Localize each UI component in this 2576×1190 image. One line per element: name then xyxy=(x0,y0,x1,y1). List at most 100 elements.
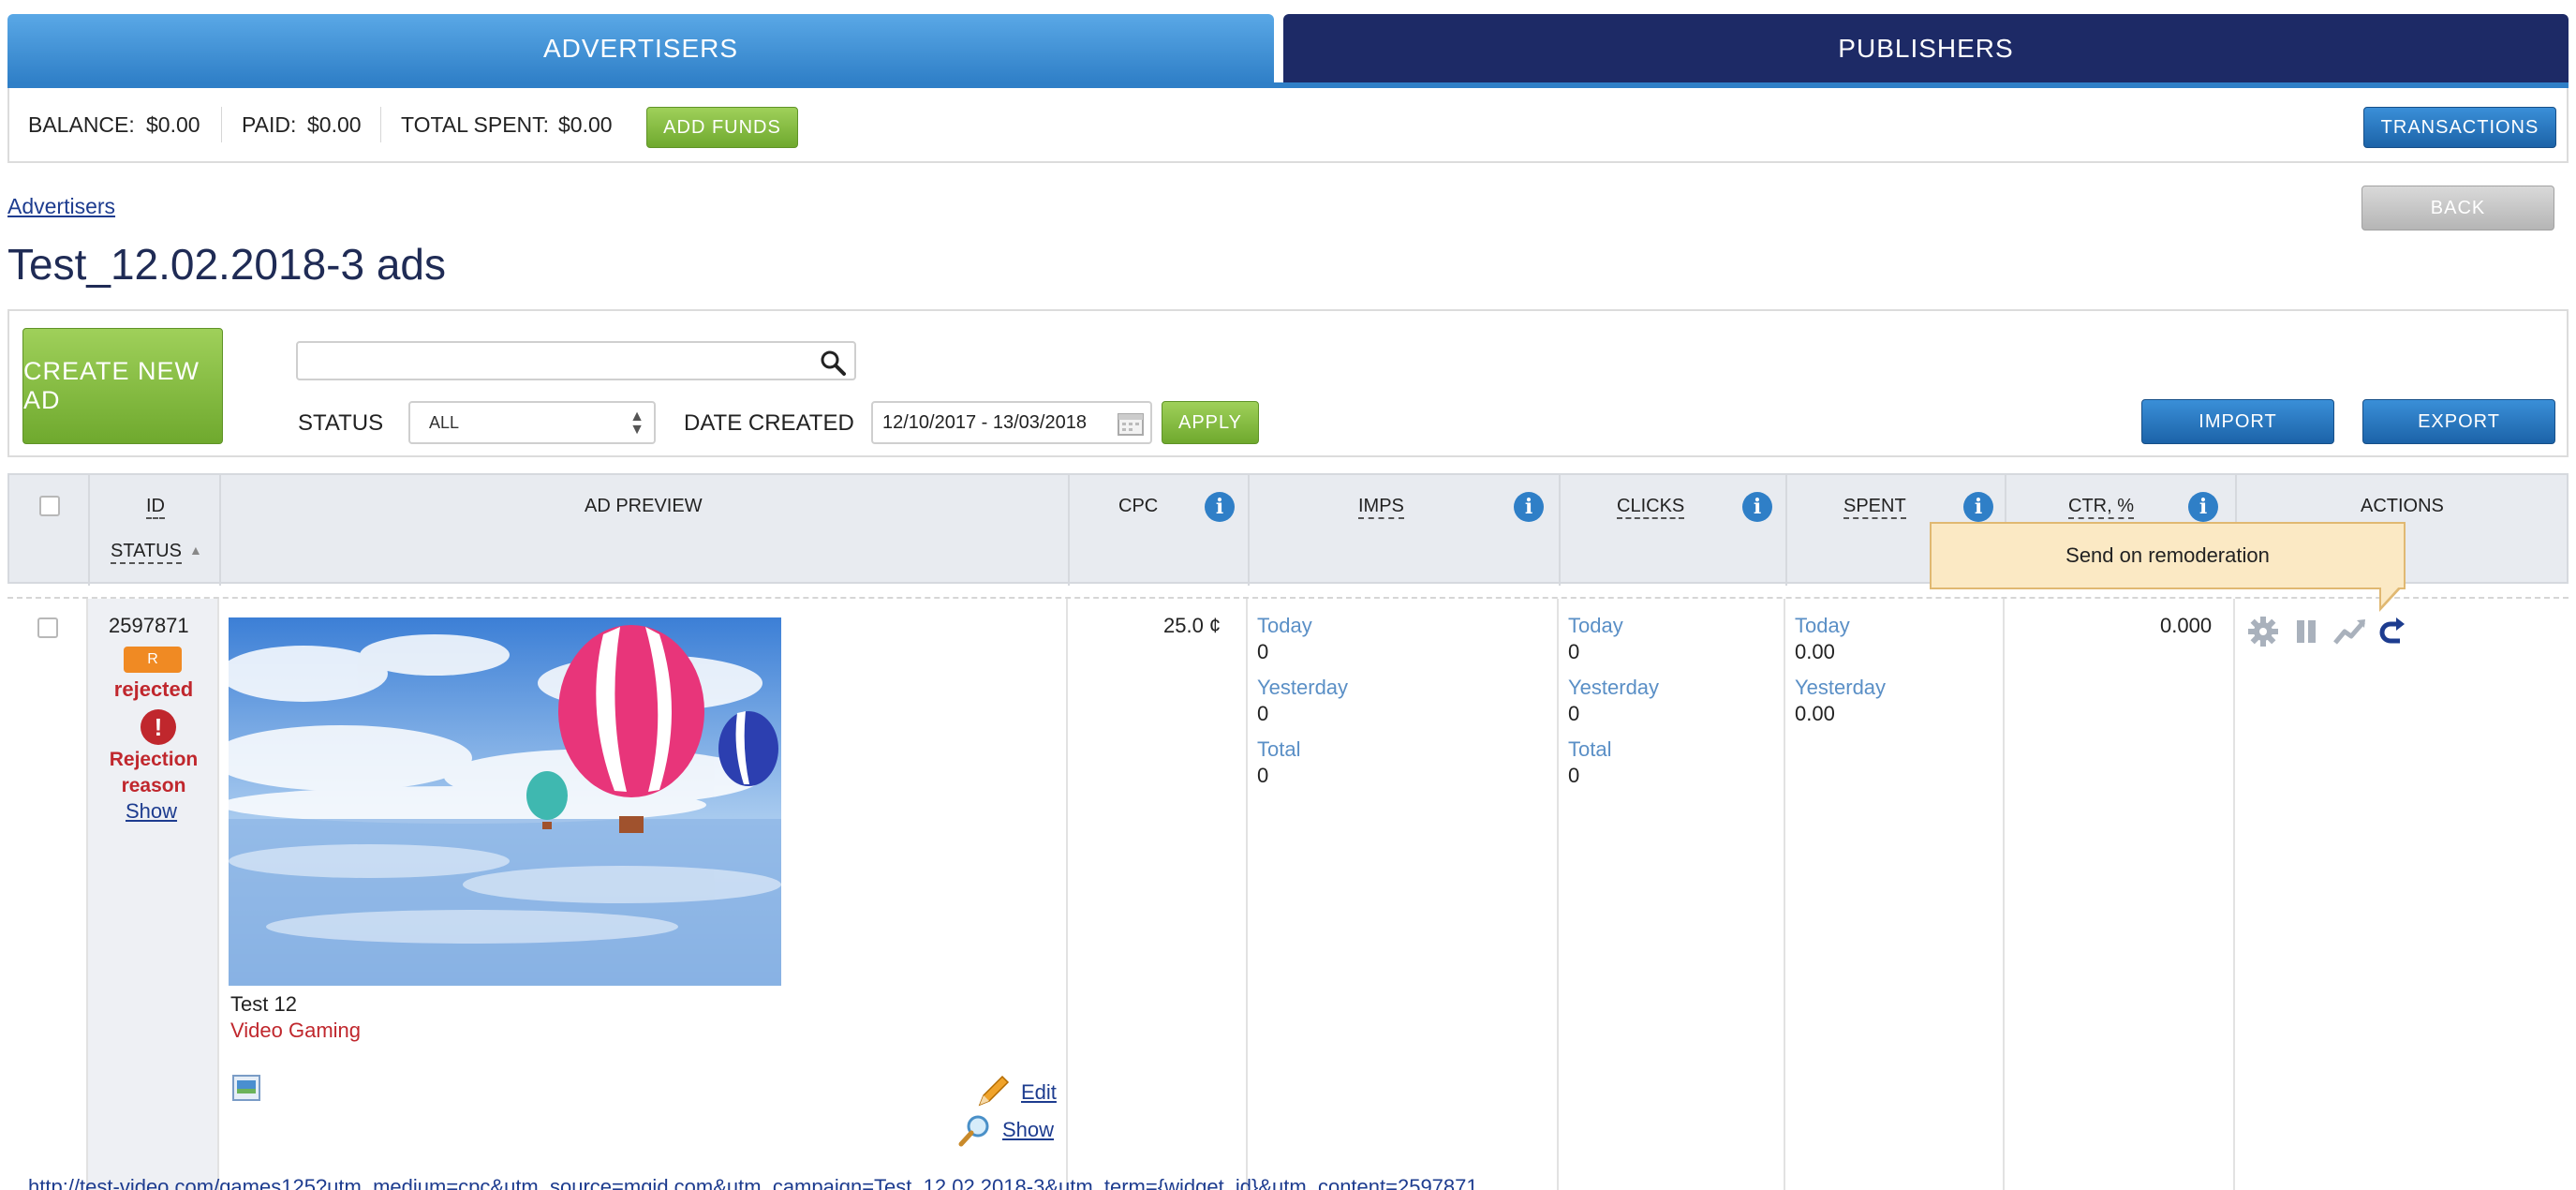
paid-value: $0.00 xyxy=(307,112,362,137)
divider xyxy=(1557,599,1559,1190)
select-all-checkbox[interactable] xyxy=(39,496,60,516)
info-icon[interactable]: i xyxy=(2188,492,2218,522)
status-text: rejected xyxy=(113,677,194,701)
rejection-reason-label: Rejection reason xyxy=(109,749,199,796)
table-row: 2597871 R rejected ! Rejection reason Sh… xyxy=(7,597,2569,1190)
clicks-total-value: 0 xyxy=(1568,764,1580,787)
add-funds-button[interactable]: ADD FUNDS xyxy=(646,107,798,148)
search-icon[interactable] xyxy=(819,349,847,377)
pause-icon[interactable] xyxy=(2289,615,2323,648)
divider xyxy=(221,107,222,142)
info-icon[interactable]: i xyxy=(1963,492,1993,522)
import-button[interactable]: IMPORT xyxy=(2141,399,2334,444)
total-spent-label: TOTAL SPENT: xyxy=(401,112,550,137)
paid-label: PAID: xyxy=(242,112,297,137)
status-badge: R xyxy=(124,647,182,673)
divider xyxy=(2233,599,2235,1190)
ad-category: Video Gaming xyxy=(230,1019,362,1042)
header-actions: ACTIONS xyxy=(2361,496,2444,516)
top-tabs: ADVERTISERS PUBLISHERS xyxy=(7,14,2569,87)
preview-show-link[interactable]: Show xyxy=(1002,1118,1054,1142)
balance-value: $0.00 xyxy=(146,112,200,137)
tab-publishers[interactable]: PUBLISHERS xyxy=(1283,14,2569,83)
balance-bar: BALANCE: $0.00 PAID: $0.00 TOTAL SPENT: … xyxy=(7,88,2569,163)
transactions-button[interactable]: TRANSACTIONS xyxy=(2363,107,2556,148)
tooltip-tail-fill xyxy=(2381,586,2400,606)
header-clicks[interactable]: CLICKS xyxy=(1617,496,1685,519)
divider xyxy=(1066,599,1068,1190)
spent-yesterday-label: Yesterday xyxy=(1795,676,1887,699)
header-spent[interactable]: SPENT xyxy=(1843,496,1906,519)
header-status[interactable]: STATUS xyxy=(111,541,182,564)
header-ctr[interactable]: CTR, % xyxy=(2068,496,2134,519)
header-cpc: CPC xyxy=(1118,496,1159,516)
select-arrows-icon: ▲ ▼ xyxy=(629,409,644,438)
search-input[interactable] xyxy=(296,341,856,380)
spent-today-label: Today xyxy=(1795,614,1850,637)
date-range-value: 12/10/2017 - 13/03/2018 xyxy=(882,412,1087,433)
header-ad-preview: AD PREVIEW xyxy=(585,496,703,516)
balance-label: BALANCE: xyxy=(28,112,135,137)
calendar-icon[interactable] xyxy=(1117,410,1145,437)
cpc-value: 25.0 ¢ xyxy=(1163,614,1221,637)
clicks-yesterday-value: 0 xyxy=(1568,702,1580,725)
total-spent-value: $0.00 xyxy=(558,112,613,137)
edit-link[interactable]: Edit xyxy=(1021,1080,1057,1105)
breadcrumb-advertisers[interactable]: Advertisers xyxy=(7,194,115,219)
sort-asc-icon[interactable]: ▲ xyxy=(189,543,202,558)
divider xyxy=(2003,599,2005,1190)
ad-id: 2597871 xyxy=(109,614,189,637)
tab-advertisers[interactable]: ADVERTISERS xyxy=(7,14,1274,83)
header-id[interactable]: ID xyxy=(146,496,165,519)
filter-panel: CREATE NEW AD STATUS ALL ▲ ▼ DATE CREATED… xyxy=(7,309,2569,457)
ctr-value: 0.000 xyxy=(2160,614,2213,637)
ad-url[interactable]: http://test-video.com/games125?utm_mediu… xyxy=(28,1175,1478,1190)
alert-icon: ! xyxy=(141,709,176,745)
create-new-ad-button[interactable]: CREATE NEW AD xyxy=(22,328,223,444)
divider xyxy=(88,475,90,586)
statistics-chart-icon[interactable] xyxy=(2332,615,2366,648)
divider xyxy=(1784,599,1785,1190)
info-icon[interactable]: i xyxy=(1742,492,1772,522)
date-created-label: DATE CREATED xyxy=(684,410,854,436)
imps-total-label: Total xyxy=(1257,737,1301,761)
divider xyxy=(380,107,381,142)
spent-today-value: 0.00 xyxy=(1795,640,1835,663)
date-range-input[interactable]: 12/10/2017 - 13/03/2018 xyxy=(871,401,1152,444)
imps-yesterday-label: Yesterday xyxy=(1257,676,1349,699)
header-imps[interactable]: IMPS xyxy=(1358,496,1404,519)
status-select[interactable]: ALL ▲ ▼ xyxy=(408,401,656,444)
remoderation-tooltip: Send on remoderation xyxy=(1930,522,2406,589)
status-select-value: ALL xyxy=(429,413,460,432)
imps-today-value: 0 xyxy=(1257,640,1269,663)
info-icon[interactable]: i xyxy=(1205,492,1235,522)
clicks-today-label: Today xyxy=(1568,614,1623,637)
clicks-yesterday-label: Yesterday xyxy=(1568,676,1660,699)
pencil-icon[interactable] xyxy=(976,1075,1010,1108)
page-title: Test_12.02.2018-3 ads xyxy=(7,240,447,289)
imps-yesterday-value: 0 xyxy=(1257,702,1269,725)
divider xyxy=(1068,475,1070,586)
magnifier-icon[interactable] xyxy=(957,1114,991,1148)
divider xyxy=(1559,475,1561,586)
spent-yesterday-value: 0.00 xyxy=(1795,702,1835,725)
settings-gear-icon[interactable] xyxy=(2246,615,2280,648)
divider xyxy=(1248,475,1250,586)
back-button[interactable]: BACK xyxy=(2361,186,2554,231)
row-checkbox[interactable] xyxy=(37,617,58,638)
ad-preview-image[interactable] xyxy=(229,617,781,986)
remoderation-icon[interactable] xyxy=(2376,615,2409,648)
clicks-total-label: Total xyxy=(1568,737,1612,761)
divider xyxy=(219,475,221,586)
imps-total-value: 0 xyxy=(1257,764,1269,787)
export-button[interactable]: EXPORT xyxy=(2362,399,2555,444)
imps-today-label: Today xyxy=(1257,614,1312,637)
show-rejection-link[interactable]: Show xyxy=(126,799,177,824)
status-label: STATUS xyxy=(298,410,384,436)
apply-button[interactable]: APPLY xyxy=(1162,401,1259,444)
divider xyxy=(1785,475,1787,586)
info-icon[interactable]: i xyxy=(1514,492,1544,522)
image-thumbnail-icon[interactable] xyxy=(232,1075,260,1101)
clicks-today-value: 0 xyxy=(1568,640,1580,663)
divider xyxy=(1246,599,1248,1190)
